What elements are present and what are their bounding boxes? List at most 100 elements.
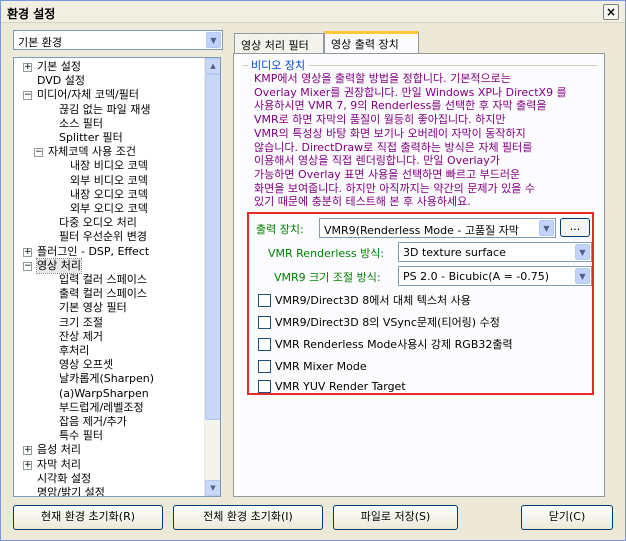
tree-item-label: 기본 영상 필터 xyxy=(59,301,127,315)
tree-item-label: 영상 오프셋 xyxy=(59,358,114,372)
tree-item-label: 잔상 제거 xyxy=(59,329,103,343)
window-title: 환경 설정 xyxy=(7,7,56,21)
chevron-down-icon[interactable]: ▼ xyxy=(575,268,590,284)
output-settings-box: 출력 장치: VMR9(Renderless Mode - 고품질 자막 ▼ .… xyxy=(247,212,594,395)
tree-item-label: 날카롭게(Sharpen) xyxy=(59,372,155,386)
description-line: VMR의 특성상 바탕 화면 보기나 오버레이 자막이 동작하지 xyxy=(254,126,526,140)
tree-item-label: 특수 필터 xyxy=(59,429,103,443)
tree-scrollbar[interactable]: ▲ ▼ xyxy=(204,58,220,496)
expand-icon[interactable]: + xyxy=(23,247,32,257)
tree-item-label: 자막 처리 xyxy=(37,457,81,471)
chevron-down-icon[interactable]: ▼ xyxy=(575,244,590,260)
collapse-icon[interactable]: − xyxy=(23,261,32,271)
checkbox-vsync-fix[interactable]: VMR9/Direct3D 8의 VSync문제(티어링) 수정 xyxy=(258,315,500,332)
tree-item-label: 외부 비디오 코덱 xyxy=(70,173,148,187)
renderless-mode-select[interactable]: 3D texture surface ▼ xyxy=(398,242,592,262)
scroll-up-icon[interactable]: ▲ xyxy=(205,58,220,74)
settings-tree[interactable]: 명암/밝기 설정 시각화 설정 + 자막 처리 + 음성 처리 특수 필터 잡음 제거/추가 부… xyxy=(13,57,221,497)
description-line: KMP에서 영상을 출력할 방법을 정합니다. 기본적으로는 xyxy=(254,72,511,85)
checkbox-label: VMR Renderless Mode사용시 강제 RGB32출력 xyxy=(275,338,513,351)
title-bar: 환경 설정 × xyxy=(1,1,625,23)
tree-item-label: 기본 설정 xyxy=(37,60,81,73)
checkbox-force-rgb32[interactable]: VMR Renderless Mode사용시 강제 RGB32출력 xyxy=(258,337,513,354)
tree-item-label: 끊김 없는 파일 재생 xyxy=(59,102,151,116)
video-device-group-title: 비디오 장치 xyxy=(248,57,309,73)
output-device-label: 출력 장치: xyxy=(256,223,304,236)
tree-item-label: 미디어/자체 코덱/필터 xyxy=(37,88,139,102)
tree-item-label: 외부 오디오 코덱 xyxy=(70,202,148,215)
output-device-select[interactable]: VMR9(Renderless Mode - 고품질 자막 ▼ xyxy=(319,218,556,238)
tree-item-label: 자체코덱 사용 조건 xyxy=(48,145,136,159)
tab-video-filter[interactable]: 영상 처리 필터 xyxy=(234,33,324,53)
chevron-down-icon[interactable]: ▼ xyxy=(206,32,221,48)
description-line: 화면을 보여줍니다. 하지만 아직까지는 약간의 문제가 있을 수 xyxy=(254,181,535,195)
reset-all-button[interactable]: 전체 환경 초기화(I) xyxy=(173,505,323,530)
checkbox-label: VMR9/Direct3D 8의 VSync문제(티어링) 수정 xyxy=(275,316,500,329)
description-line: Overlay Mixer를 권장합니다. 만일 Windows XP나 Dir… xyxy=(254,85,567,99)
video-device-description: KMP에서 영상을 출력할 방법을 정합니다. 기본적으로는 Overlay M… xyxy=(254,72,594,209)
description-line: 있기 때문에 충분히 테스트해 본 후 사용하세요. xyxy=(254,195,471,209)
expand-icon[interactable]: + xyxy=(23,446,32,456)
checkbox-box[interactable] xyxy=(258,359,271,373)
resize-method-label: VMR9 크기 조절 방식: xyxy=(274,271,381,284)
tree-item-label: 내장 오디오 코덱 xyxy=(70,187,148,201)
scroll-down-icon[interactable]: ▼ xyxy=(205,480,220,496)
checkbox-label: VMR YUV Render Target xyxy=(275,380,406,393)
chevron-down-icon[interactable]: ▼ xyxy=(539,220,554,236)
tree-item-label: 필터 우선순위 변경 xyxy=(59,230,147,244)
renderless-mode-value: 3D texture surface xyxy=(403,246,506,259)
resize-method-select[interactable]: PS 2.0 - Bicubic(A = -0.75) ▼ xyxy=(398,266,592,286)
checkbox-alt-texture[interactable]: VMR9/Direct3D 8에서 대체 텍스처 사용 xyxy=(258,293,471,310)
description-line: 사용하시면 VMR 7, 9의 Renderless를 선택한 후 자막 출력을 xyxy=(254,99,547,113)
close-button[interactable]: 닫기(C) xyxy=(521,505,613,530)
tab-video-output[interactable]: 영상 출력 장치 xyxy=(324,31,419,53)
checkbox-mixer-mode[interactable]: VMR Mixer Mode xyxy=(258,359,367,376)
expand-icon[interactable]: + xyxy=(23,460,32,470)
checkbox-box[interactable] xyxy=(258,337,271,351)
tree-item-label: 내장 비디오 코덱 xyxy=(70,159,148,173)
tab-label: 영상 처리 필터 xyxy=(241,39,309,52)
video-output-page: 비디오 장치 KMP에서 영상을 출력할 방법을 정합니다. 기본적으로는 Ov… xyxy=(233,53,605,497)
output-device-value: VMR9(Renderless Mode - 고품질 자막 xyxy=(324,224,519,237)
tree-item-label: 음성 처리 xyxy=(37,443,81,457)
tree-item-label: 입력 컬러 스페이스 xyxy=(59,273,147,286)
renderless-mode-label: VMR Renderless 방식: xyxy=(268,247,385,260)
tree-item-label: 플러그인 - DSP, Effect xyxy=(37,244,150,258)
collapse-icon[interactable]: − xyxy=(23,91,32,101)
reset-current-button[interactable]: 현재 환경 초기화(R) xyxy=(13,505,163,530)
close-icon[interactable]: × xyxy=(603,4,619,20)
tree-item-label: 크기 조절 xyxy=(59,315,103,329)
output-device-more-button[interactable]: ... xyxy=(560,218,590,237)
description-line: 이용해서 영상을 직접 렌더링합니다. 만일 Overlay가 xyxy=(254,154,500,168)
tree-item-label: Splitter 필터 xyxy=(59,131,123,144)
checkbox-box[interactable] xyxy=(258,293,271,307)
tree-item-label: 후처리 xyxy=(59,344,90,357)
tab-label: 영상 출력 장치 xyxy=(331,38,399,51)
checkbox-label: VMR9/Direct3D 8에서 대체 텍스처 사용 xyxy=(275,294,471,307)
tree-item-label: 명암/밝기 설정 xyxy=(37,486,105,497)
tree-item-label: 출력 컬러 스페이스 xyxy=(59,287,147,301)
tree-item-label: 영상 처리 xyxy=(36,257,82,274)
tree-item-label: DVD 설정 xyxy=(37,74,86,88)
save-to-file-button[interactable]: 파일로 저장(S) xyxy=(333,505,458,530)
tree-item-label: (a)WarpSharpen xyxy=(59,386,149,400)
checkbox-label: VMR Mixer Mode xyxy=(275,360,367,373)
checkbox-box[interactable] xyxy=(258,315,271,329)
scrollbar-thumb[interactable] xyxy=(205,74,220,420)
description-line: VMR로 하면 자막의 품질이 월등히 좋아집니다. 하지만 xyxy=(254,113,506,127)
collapse-icon[interactable]: − xyxy=(34,148,43,158)
description-line: 가능하면 Overlay 표면 사용을 선택하면 빠르고 부드러운 xyxy=(254,167,521,181)
resize-method-value: PS 2.0 - Bicubic(A = -0.75) xyxy=(403,270,550,283)
checkbox-yuv-target[interactable]: VMR YUV Render Target xyxy=(258,379,406,396)
category-select[interactable]: 기본 환경 ▼ xyxy=(13,30,223,50)
description-line: 않습니다. DirectDraw로 직접 출력하는 방식은 자체 필터를 xyxy=(254,140,533,154)
tree-item-label: 시각화 설정 xyxy=(37,471,92,485)
category-select-value: 기본 환경 xyxy=(18,36,62,49)
expand-icon[interactable]: + xyxy=(23,63,32,72)
tree-item-label: 소스 필터 xyxy=(59,116,103,130)
settings-window: 환경 설정 × 기본 환경 ▼ 명암/밝기 설정 시각화 설정 + 자막 처리 + 음성 … xyxy=(0,0,626,541)
checkbox-box[interactable] xyxy=(258,379,271,393)
tree-item-label: 잡음 제거/추가 xyxy=(59,415,127,428)
tree-item-label: 다중 오디오 처리 xyxy=(59,216,137,230)
tree-item-label: 부드럽게/레벨조정 xyxy=(59,400,144,414)
